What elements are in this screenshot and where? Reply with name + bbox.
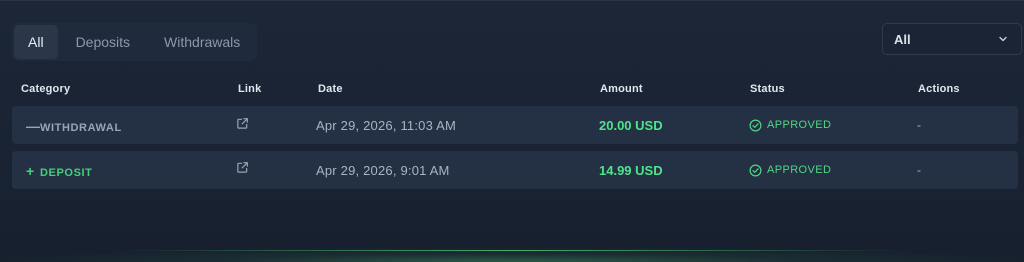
date-cell: Apr 29, 2026, 11:03 AM [316,118,457,133]
header-date: Date [318,83,343,95]
category-label: DEPOSIT [40,167,93,179]
header-link: Link [238,83,262,95]
table-row: + DEPOSIT Apr 29, 2026, 9:01 AM 14.99 USD… [12,151,1018,189]
tab-deposits[interactable]: Deposits [60,25,146,59]
check-circle-icon [749,119,762,132]
category-cell: —WITHDRAWAL [26,118,122,134]
header-category: Category [21,83,71,95]
transaction-type-tabs: All Deposits Withdrawals [12,23,257,61]
check-circle-icon [749,164,762,177]
actions-cell: - [917,163,921,177]
amount-cell: 20.00 USD [599,118,663,133]
tab-all[interactable]: All [14,25,58,59]
amount-cell: 14.99 USD [599,163,663,178]
transactions-panel: All Deposits Withdrawals All Category Li… [0,0,1024,262]
plus-icon: + [26,163,35,179]
date-cell: Apr 29, 2026, 9:01 AM [316,163,450,178]
actions-cell: - [917,118,921,132]
header-amount: Amount [600,83,643,95]
tab-withdrawals[interactable]: Withdrawals [148,25,256,59]
status-badge: APPROVED [767,119,832,131]
category-label: WITHDRAWAL [40,122,122,134]
header-status: Status [750,83,785,95]
filter-select[interactable]: All [882,23,1022,55]
filter-selected-value: All [894,32,911,47]
table-row: —WITHDRAWAL Apr 29, 2026, 11:03 AM 20.00… [12,106,1018,144]
header-actions: Actions [918,83,960,95]
minus-icon: — [26,118,41,134]
bottom-accent-line [120,250,904,251]
category-cell: + DEPOSIT [26,163,93,179]
chevron-down-icon [999,36,1007,42]
status-badge: APPROVED [767,164,832,176]
external-link-icon[interactable] [236,161,249,174]
external-link-icon[interactable] [236,117,249,130]
